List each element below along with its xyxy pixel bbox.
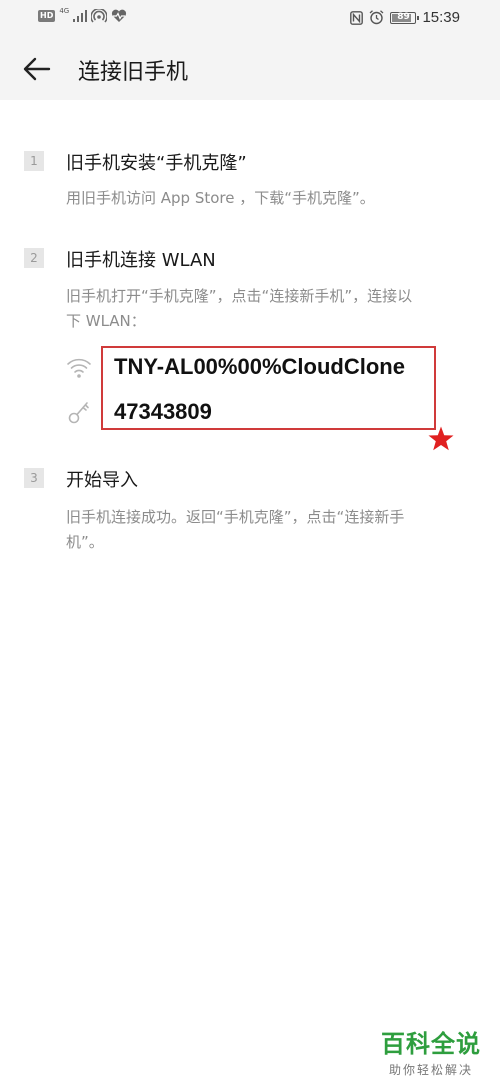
hotspot-icon: [91, 9, 108, 23]
step-2-description-line-2: 下 WLAN：: [66, 312, 146, 330]
step-2-description: 旧手机打开“手机克隆”，点击“连接新手机”，连接以 下 WLAN：: [66, 284, 466, 334]
battery-level: 89: [397, 12, 410, 22]
step-1-badge: 1: [24, 151, 44, 171]
status-bar-left: HD 4G: [38, 7, 127, 23]
watermark-logo: 百科全说 助你轻松解决: [376, 1024, 486, 1078]
step-2-title: 旧手机连接 WLAN: [66, 250, 216, 271]
signal-strength-icon: [73, 10, 88, 22]
highlight-annotation-box: [101, 346, 436, 430]
alarm-icon: [370, 10, 384, 25]
step-3-description-line-1: 旧手机连接成功。返回“手机克隆”，点击“连接新手: [66, 508, 405, 526]
network-type-label: 4G: [59, 7, 70, 15]
status-bar-right: 89 15:39: [350, 9, 460, 26]
back-button[interactable]: [20, 52, 54, 86]
step-3-badge: 3: [24, 468, 44, 488]
step-3-description: 旧手机连接成功。返回“手机克隆”，点击“连接新手 机”。: [66, 505, 466, 555]
nfc-icon: [350, 10, 364, 25]
step-2-badge: 2: [24, 248, 44, 268]
watermark-main-text: 百科全说: [381, 1030, 481, 1058]
watermark-sub-text: 助你轻松解决: [388, 1063, 473, 1077]
step-1-description: 用旧手机访问 App Store ，下载“手机克隆”。: [66, 189, 375, 207]
step-3-description-line-2: 机”。: [66, 533, 104, 551]
heart-rate-icon: [112, 9, 127, 22]
step-2-description-line-1: 旧手机打开“手机克隆”，点击“连接新手机”，连接以: [66, 287, 413, 305]
status-bar: HD 4G 89 15:39: [0, 0, 500, 36]
battery-icon: 89: [390, 11, 420, 24]
app-bar: 连接旧手机: [0, 36, 500, 100]
key-icon: [68, 402, 89, 424]
hd-badge: HD: [38, 10, 56, 22]
star-icon: [428, 426, 454, 451]
arrow-left-icon: [23, 57, 51, 81]
status-time: 15:39: [422, 9, 460, 26]
step-1-title: 旧手机安装“手机克隆”: [66, 153, 247, 174]
step-3-title: 开始导入: [66, 470, 138, 491]
page-title: 连接旧手机: [78, 60, 189, 85]
wifi-icon: [67, 358, 91, 378]
